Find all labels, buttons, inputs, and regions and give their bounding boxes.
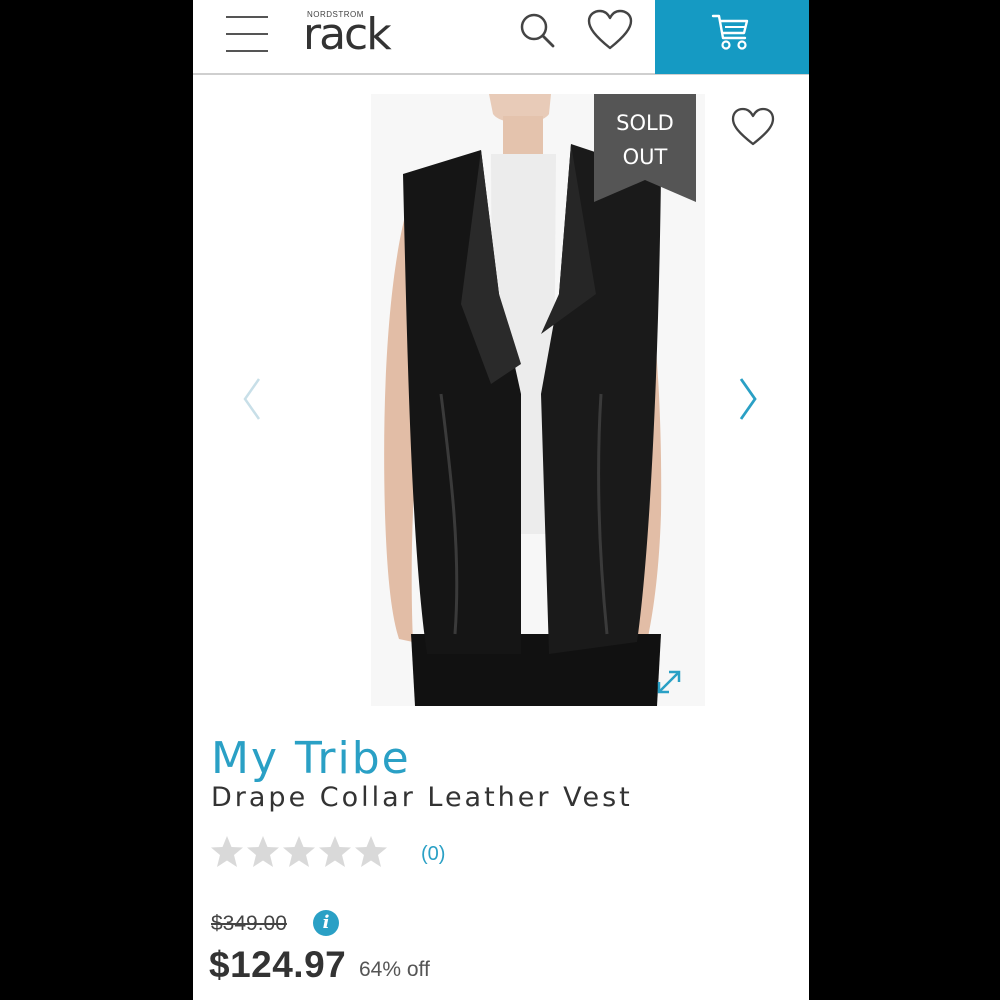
rating-stars[interactable] xyxy=(209,833,389,873)
expand-icon xyxy=(657,670,681,694)
menu-icon-line xyxy=(226,33,268,35)
product-image-gallery: SOLD OUT xyxy=(193,76,809,716)
product-title: Drape Collar Leather Vest xyxy=(211,782,633,813)
star-icon xyxy=(283,836,315,867)
next-image-button[interactable] xyxy=(731,371,763,427)
menu-icon-line xyxy=(226,16,268,18)
heart-icon xyxy=(587,9,633,50)
add-to-favorites-button[interactable] xyxy=(729,106,777,150)
previous-image-button[interactable] xyxy=(237,371,269,427)
search-button[interactable] xyxy=(515,8,561,54)
original-price: $349.00 xyxy=(211,912,287,935)
logo-main-text: rack xyxy=(303,9,392,60)
menu-icon-line xyxy=(226,50,268,52)
menu-button[interactable] xyxy=(223,12,273,56)
star-icon xyxy=(247,836,279,867)
star-icon xyxy=(211,836,243,867)
chevron-left-icon xyxy=(243,378,261,420)
star-icon xyxy=(319,836,351,867)
sold-out-text: SOLD OUT xyxy=(616,111,674,169)
expand-image-button[interactable] xyxy=(653,666,685,698)
review-count-link[interactable]: (0) xyxy=(421,843,445,866)
brand-name-link[interactable]: My Tribe xyxy=(211,733,411,784)
info-icon[interactable]: i xyxy=(313,910,339,936)
nordstrom-rack-logo[interactable]: NORDSTROM rack xyxy=(303,8,403,58)
discount-label: 64% off xyxy=(359,958,430,981)
phone-screen: NORDSTROM rack SOLD OUT My Tribe Drape C… xyxy=(193,0,809,1000)
sold-out-badge: SOLD OUT xyxy=(594,94,696,202)
top-nav-bar: NORDSTROM rack xyxy=(193,0,809,75)
search-icon xyxy=(520,13,555,48)
wishlist-button[interactable] xyxy=(585,8,635,54)
cart-icon xyxy=(711,14,749,50)
heart-icon xyxy=(731,107,775,146)
sale-price: $124.97 xyxy=(209,944,347,985)
chevron-right-icon xyxy=(739,378,757,420)
cart-button[interactable] xyxy=(655,0,809,74)
star-icon xyxy=(355,836,387,867)
